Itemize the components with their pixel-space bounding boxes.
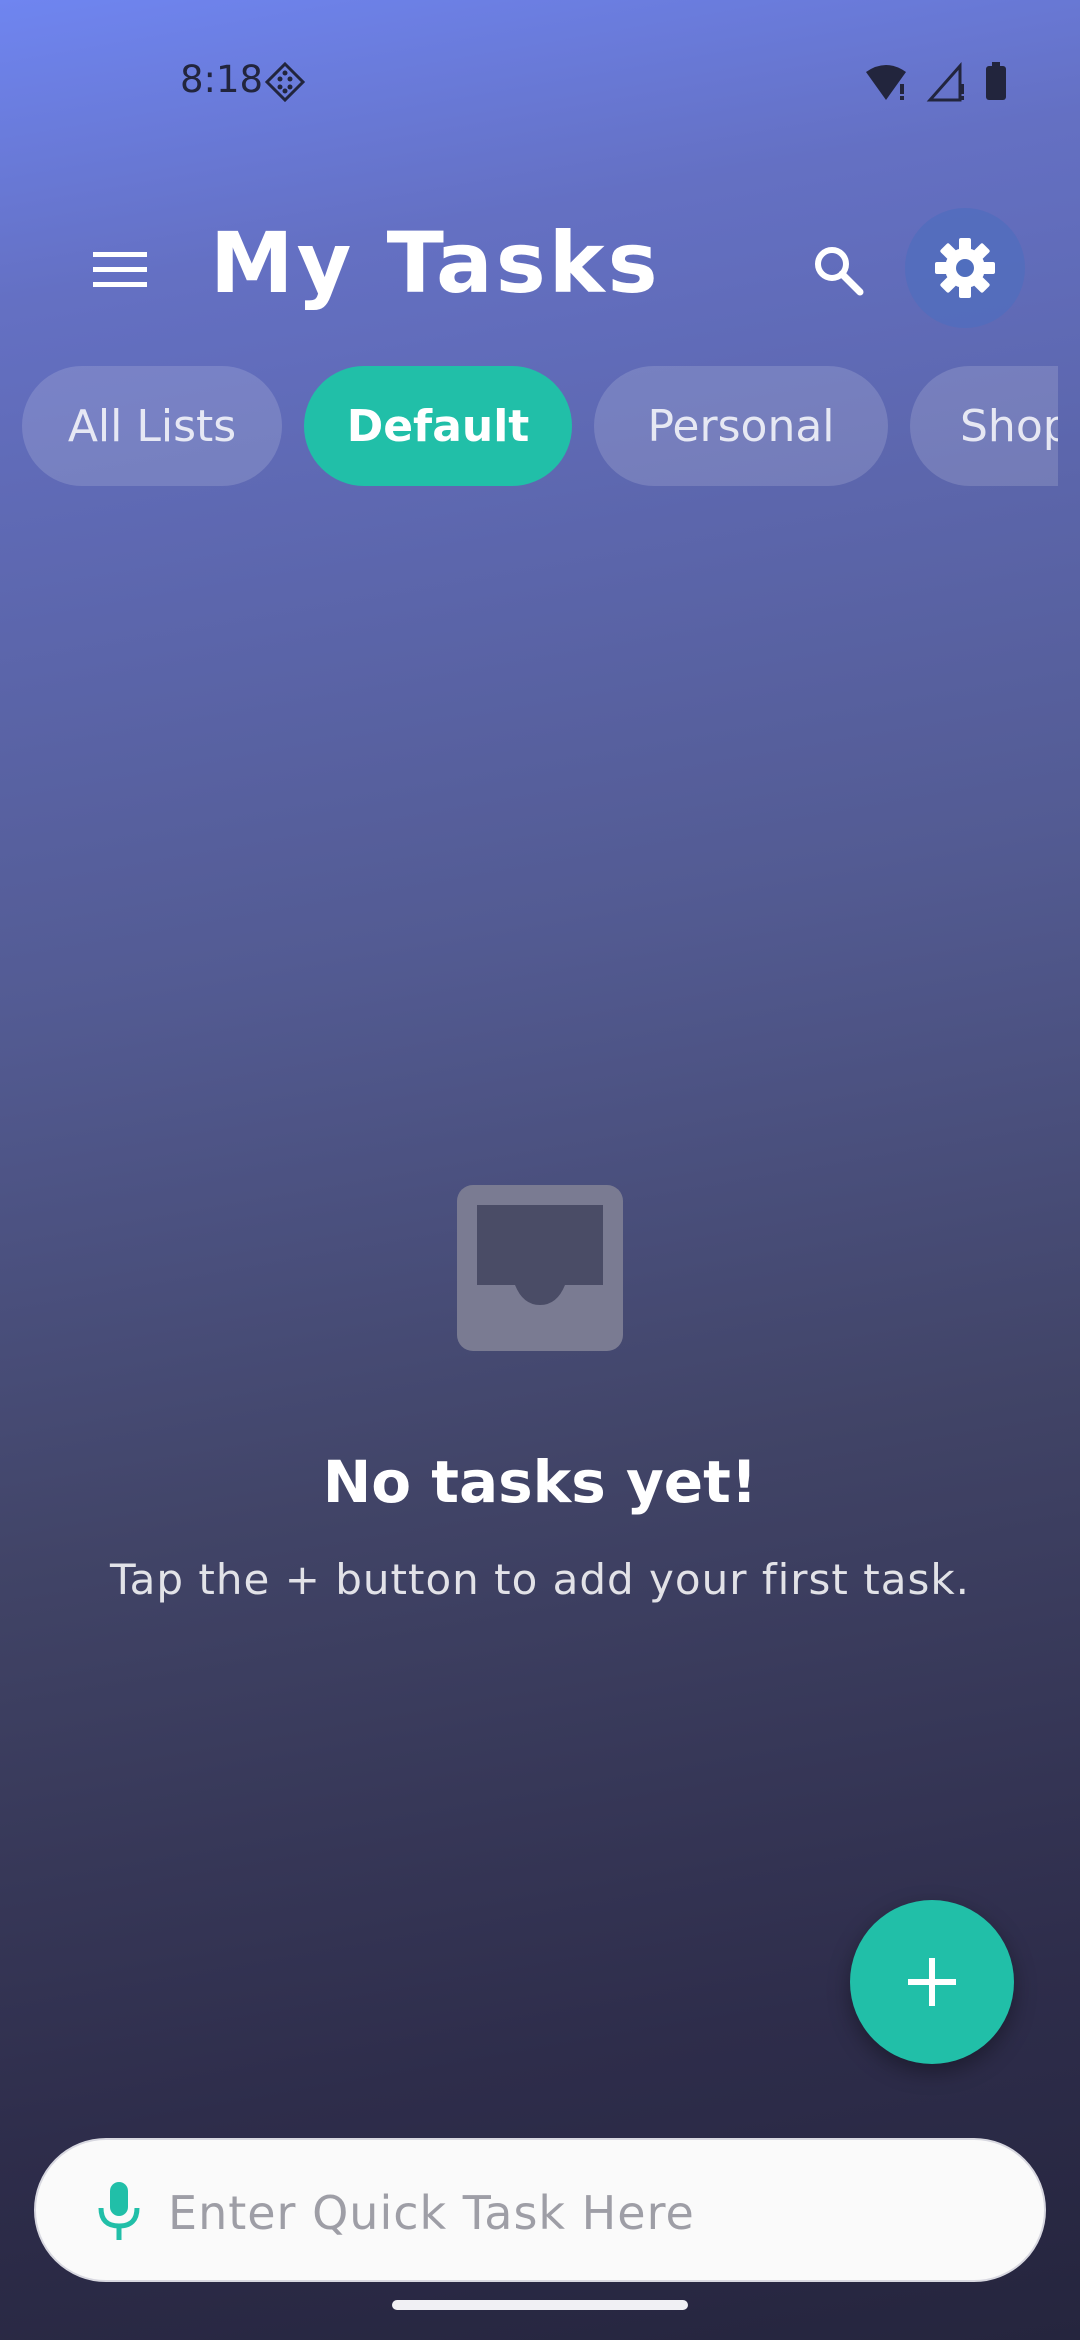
- battery-icon: [986, 62, 1006, 100]
- inbox-icon: [457, 1185, 623, 1351]
- empty-state-subtitle: Tap the + button to add your first task.: [109, 1555, 971, 1604]
- menu-button[interactable]: [80, 230, 160, 310]
- empty-state-title: No tasks yet!: [322, 1448, 758, 1516]
- status-time: 8:18: [180, 58, 264, 101]
- tab-personal[interactable]: Personal: [594, 366, 888, 486]
- cellular-signal-icon: [926, 62, 964, 102]
- quick-task-input[interactable]: [166, 2162, 1010, 2264]
- voice-input-button[interactable]: [84, 2174, 154, 2250]
- tab-all-lists[interactable]: All Lists: [22, 366, 282, 486]
- list-tabs: All Lists Default Personal Shopping: [22, 366, 1058, 488]
- status-icons: [864, 60, 1008, 104]
- status-bar: 8:18: [0, 0, 1080, 130]
- quick-task-bar: [34, 2138, 1046, 2282]
- search-button[interactable]: [798, 230, 878, 310]
- app-header: My Tasks: [0, 200, 1080, 340]
- plus-icon: [908, 1958, 956, 2006]
- gear-icon: [935, 238, 995, 298]
- microphone-icon: [98, 2182, 140, 2240]
- add-task-button[interactable]: [850, 1900, 1014, 2064]
- settings-button[interactable]: [905, 208, 1025, 328]
- search-icon: [815, 247, 864, 296]
- page-title: My Tasks: [210, 214, 661, 312]
- app-notification-icon: [265, 62, 305, 102]
- wifi-icon: [866, 65, 906, 100]
- hamburger-menu-icon: [93, 252, 147, 287]
- gesture-navigation-bar[interactable]: [392, 2300, 688, 2310]
- tab-shopping[interactable]: Shopping: [910, 366, 1058, 486]
- tab-default[interactable]: Default: [304, 366, 572, 486]
